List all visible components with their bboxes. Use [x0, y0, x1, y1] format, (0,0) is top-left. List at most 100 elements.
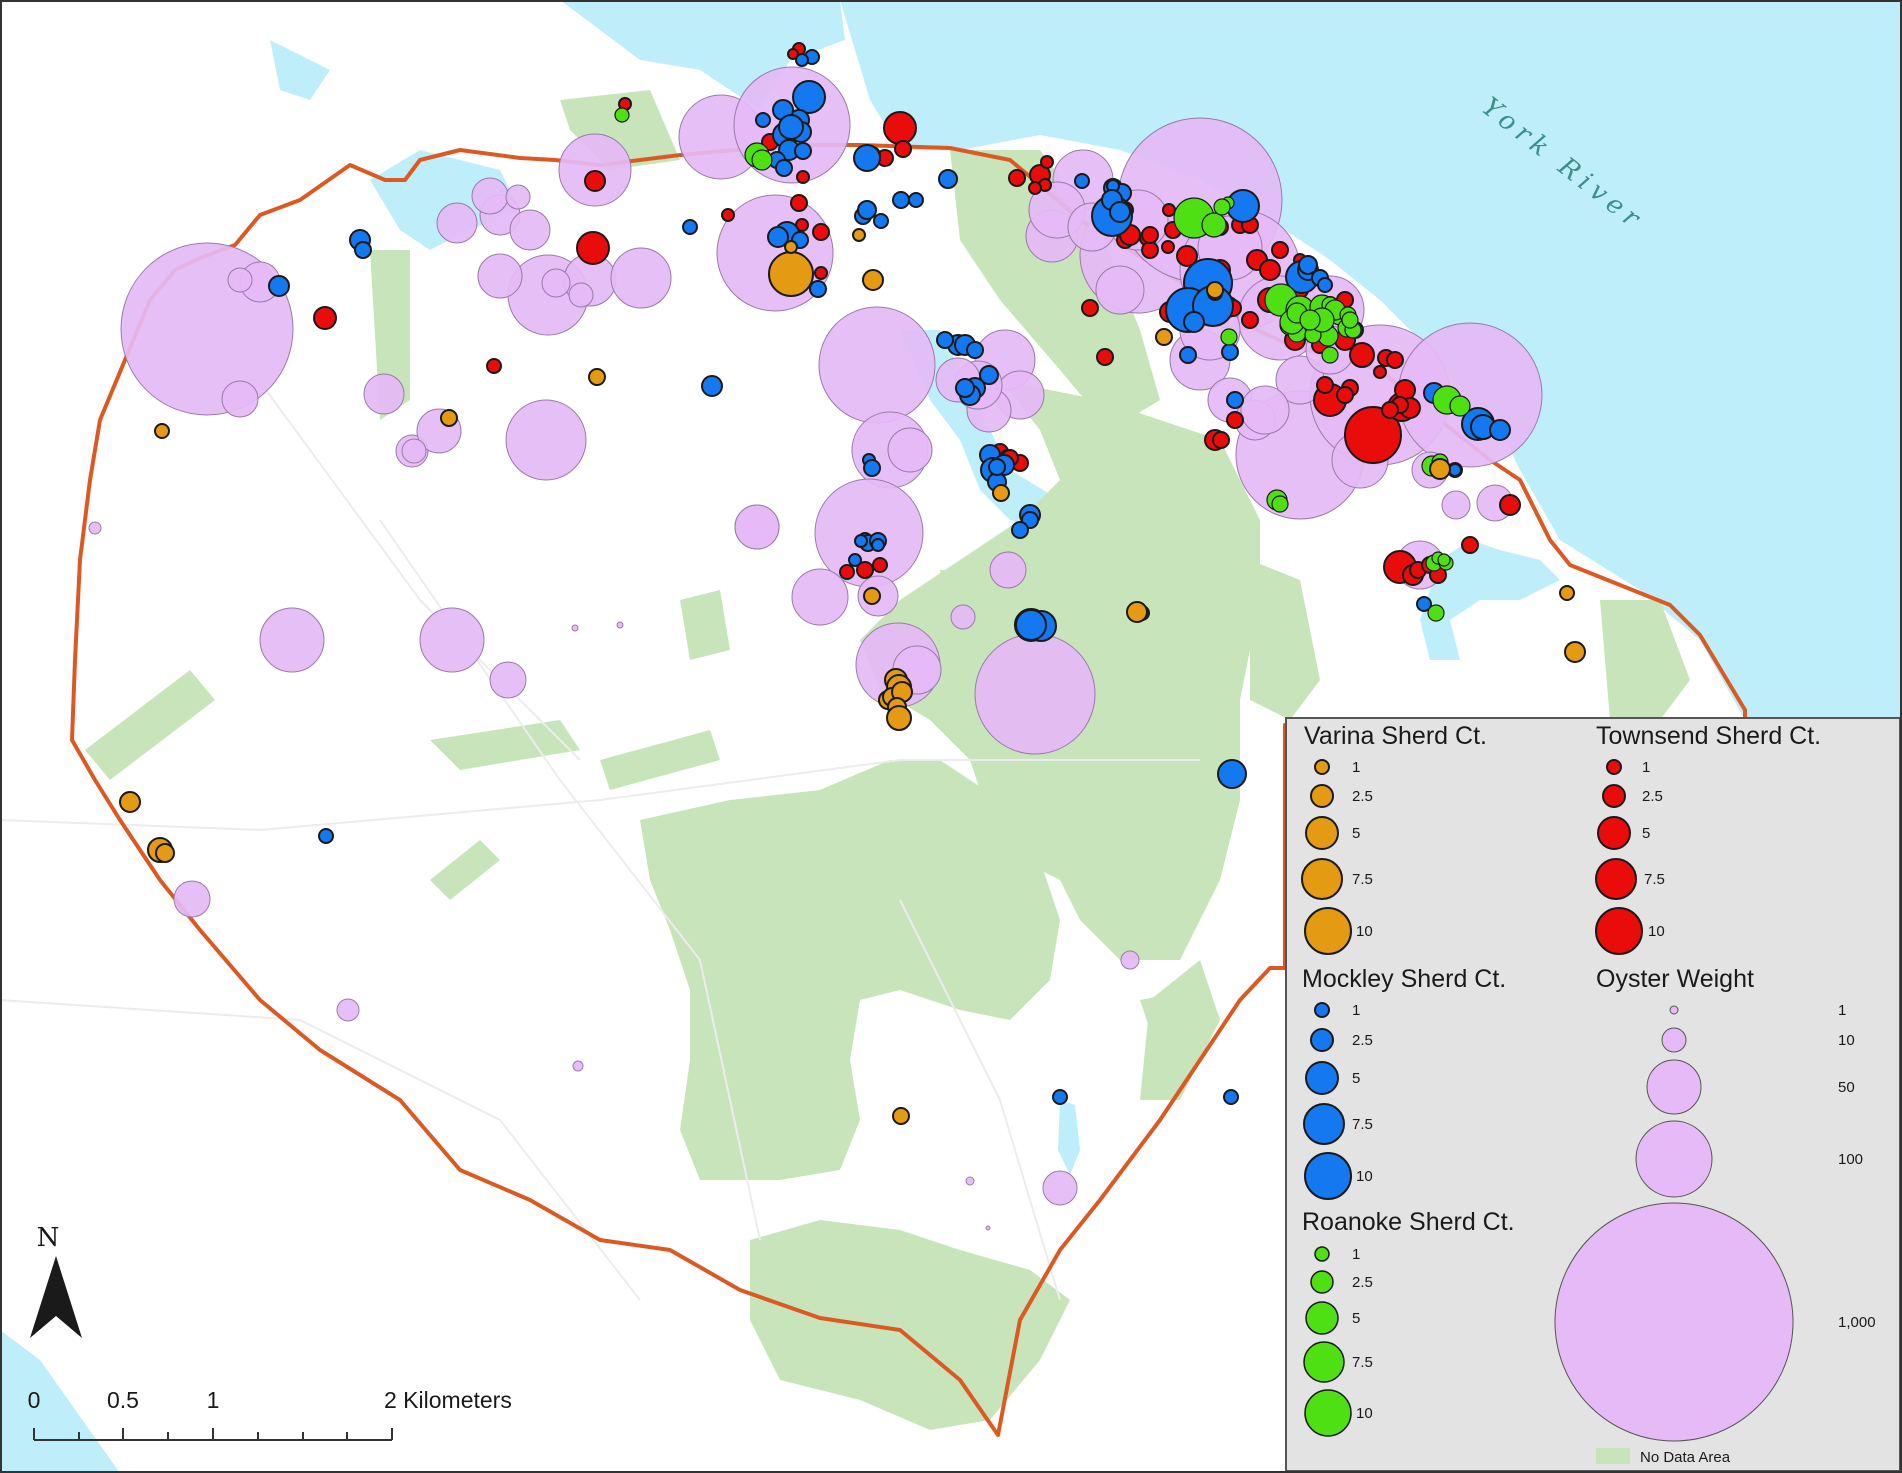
oyster-weight-marker: [471, 177, 509, 215]
varina-sherd-marker: [154, 423, 170, 439]
oyster-weight-marker: [571, 624, 579, 632]
mockley-sherd-marker: [1015, 609, 1047, 641]
mockley-sherd-marker: [318, 828, 334, 844]
oyster-weight-marker: [985, 1225, 991, 1231]
legend-value: 2.5: [1352, 1032, 1373, 1049]
oyster-weight-marker: [568, 282, 594, 308]
mockley-sherd-marker: [682, 219, 698, 235]
oyster-weight-marker: [974, 633, 1096, 755]
legend-symbol-varina: [1304, 907, 1352, 955]
townsend-sherd-marker: [313, 306, 337, 330]
oyster-weight-marker: [1397, 322, 1543, 468]
mockley-sherd-marker: [857, 200, 877, 220]
legend-symbol-roanoke: [1303, 1341, 1345, 1383]
townsend-sherd-marker: [1381, 401, 1399, 419]
oyster-weight-marker: [336, 998, 360, 1022]
site-distribution-map: York River N 0 0.5 1 2 Kilometers Varina…: [0, 0, 1902, 1473]
townsend-sherd-marker: [1008, 169, 1026, 187]
mockley-sherd-marker: [908, 192, 924, 208]
varina-sherd-marker: [588, 368, 606, 386]
legend-title-roanoke: Roanoke Sherd Ct.: [1302, 1208, 1515, 1236]
legend-symbol-roanoke: [1310, 1270, 1334, 1294]
mockley-sherd-marker: [988, 458, 1006, 476]
varina-sherd-marker: [768, 251, 814, 297]
north-label: N: [37, 1223, 60, 1253]
mockley-sherd-marker: [1221, 343, 1239, 361]
townsend-sherd-marker: [1096, 348, 1114, 366]
roanoke-sherd-marker: [1449, 395, 1471, 417]
legend-value: 2.5: [1642, 788, 1663, 805]
roanoke-sherd-marker: [1201, 212, 1227, 238]
legend-title-oyster: Oyster Weight: [1596, 965, 1754, 993]
varina-sherd-marker: [440, 409, 458, 427]
townsend-sherd-marker: [576, 231, 610, 265]
legend-symbol-oyster: [1635, 1120, 1713, 1198]
legend-symbol-oyster: [1554, 1202, 1794, 1442]
varina-sherd-marker: [1564, 641, 1586, 663]
legend-value: 5: [1352, 1070, 1360, 1087]
mockley-sherd-marker: [792, 80, 826, 114]
legend-value: 1: [1838, 1002, 1846, 1019]
roanoke-sherd-marker: [1271, 495, 1289, 513]
varina-sherd-marker: [155, 843, 175, 863]
scale-label: 1: [207, 1387, 220, 1413]
oyster-weight-marker: [401, 438, 427, 464]
townsend-sherd-marker: [790, 194, 808, 212]
townsend-sherd-marker: [1373, 365, 1387, 379]
mockley-sherd-marker: [966, 341, 984, 359]
mockley-sherd-marker: [795, 53, 809, 67]
mockley-sherd-marker: [955, 378, 975, 398]
legend-value: 10: [1838, 1032, 1855, 1049]
roanoke-sherd-marker: [1437, 553, 1451, 567]
roanoke-sherd-marker: [1299, 309, 1321, 331]
townsend-sherd-marker: [872, 557, 888, 573]
townsend-sherd-marker: [1161, 240, 1175, 254]
townsend-sherd-marker: [721, 208, 735, 222]
oyster-weight-marker: [818, 306, 936, 424]
legend-symbol-roanoke: [1314, 1246, 1330, 1262]
oyster-weight-marker: [989, 551, 1027, 589]
legend-value: 10: [1356, 923, 1373, 940]
oyster-weight-marker: [363, 373, 405, 415]
legend-symbol-townsend: [1597, 816, 1631, 850]
legend-value: 2.5: [1352, 1274, 1373, 1291]
oyster-weight-marker: [173, 880, 211, 918]
mockley-sherd-marker: [1011, 521, 1029, 539]
legend-symbol-oyster: [1661, 1027, 1687, 1053]
varina-sherd-marker: [852, 228, 866, 242]
varina-sherd-marker: [119, 791, 141, 813]
oyster-weight-marker: [572, 1060, 584, 1072]
oyster-weight-marker: [1095, 265, 1145, 315]
legend-value: 7.5: [1352, 1116, 1373, 1133]
townsend-sherd-marker: [1040, 155, 1054, 169]
oyster-weight-marker: [887, 427, 933, 473]
legend-symbol-varina: [1310, 784, 1334, 808]
townsend-sherd-marker: [1461, 536, 1479, 554]
oyster-weight-marker: [227, 267, 253, 293]
legend-title-varina: Varina Sherd Ct.: [1304, 722, 1487, 750]
oyster-weight-marker: [1240, 385, 1290, 435]
legend-value: 1: [1352, 1002, 1360, 1019]
varina-sherd-marker: [1559, 585, 1575, 601]
legend-value: 7.5: [1644, 871, 1665, 888]
townsend-sherd-marker: [584, 170, 606, 192]
legend-symbol-varina: [1305, 816, 1339, 850]
legend-symbol-mockley: [1310, 1028, 1334, 1052]
townsend-sherd-marker: [1241, 311, 1259, 329]
varina-sherd-marker: [1429, 458, 1451, 480]
mockley-sherd-marker: [1217, 759, 1247, 789]
legend-value: 10: [1648, 923, 1665, 940]
legend-title-mockley: Mockley Sherd Ct.: [1302, 965, 1506, 993]
legend-symbol-townsend: [1595, 907, 1643, 955]
scale-label: 0: [28, 1387, 41, 1413]
scale-label: 0.5: [107, 1387, 139, 1413]
oyster-weight-marker: [610, 247, 672, 309]
roanoke-sherd-marker: [614, 107, 630, 123]
townsend-sherd-marker: [1336, 386, 1354, 404]
legend-value: 10: [1356, 1405, 1373, 1422]
legend-symbol-townsend: [1595, 858, 1637, 900]
mockley-sherd-marker: [853, 144, 881, 172]
mockley-sherd-marker: [1298, 255, 1318, 275]
mockley-sherd-marker: [1179, 346, 1197, 364]
oyster-weight-marker: [1441, 490, 1471, 520]
